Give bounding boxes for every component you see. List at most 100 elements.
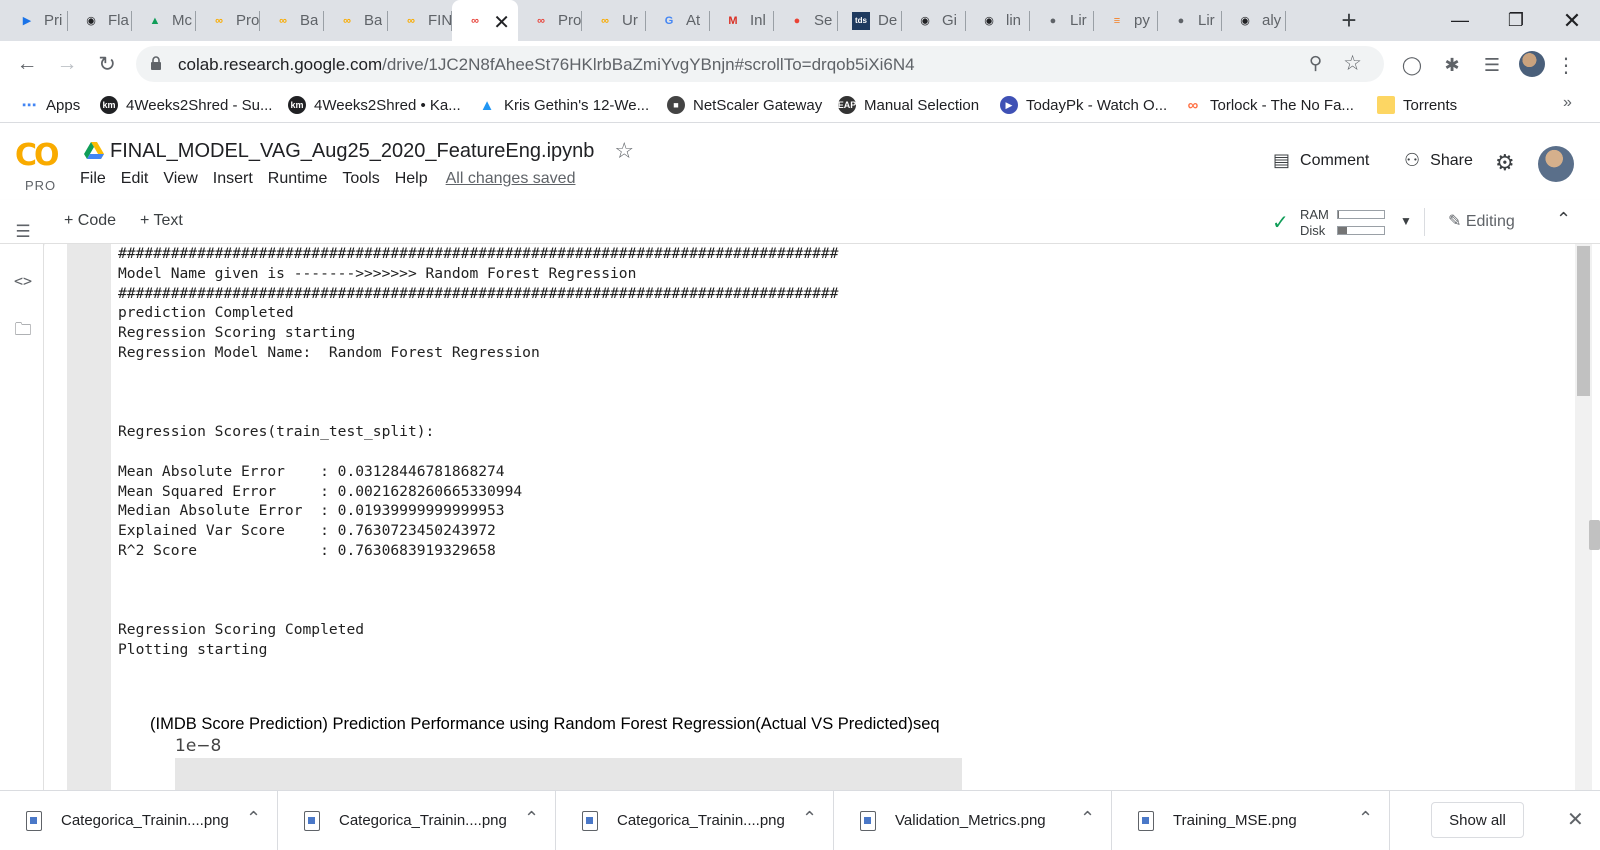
download-item[interactable]: Training_MSE.png ⌃ xyxy=(1112,791,1390,850)
close-window-button[interactable]: ✕ xyxy=(1544,0,1600,41)
maximize-button[interactable]: ❐ xyxy=(1488,0,1544,41)
browser-tab[interactable]: ● Lir xyxy=(1030,0,1094,41)
chevron-up-icon[interactable]: ⌃ xyxy=(1080,808,1095,829)
km-icon: km xyxy=(288,96,306,114)
share-button[interactable]: ⚇ Share xyxy=(1404,150,1473,171)
chevron-down-icon[interactable]: ▼ xyxy=(1400,214,1412,228)
browser-tab[interactable]: ∞ ✕ xyxy=(452,0,518,41)
new-tab-button[interactable]: + xyxy=(1335,6,1363,34)
browser-tab[interactable]: tds De xyxy=(838,0,902,41)
reload-button[interactable]: ↻ xyxy=(92,49,122,79)
browser-tab[interactable]: ≡ py xyxy=(1094,0,1158,41)
download-item[interactable]: Categorica_Trainin....png ⌃ xyxy=(0,791,278,850)
output-line: Model Name given is ------->>>>>>> Rando… xyxy=(118,264,637,282)
back-button[interactable]: ← xyxy=(12,49,42,79)
star-notebook-icon[interactable]: ☆ xyxy=(614,138,634,164)
more-bookmarks-icon[interactable]: » xyxy=(1563,94,1572,112)
download-item[interactable]: Validation_Metrics.png ⌃ xyxy=(834,791,1112,850)
output-line: ########################################… xyxy=(118,245,839,262)
table-of-contents-icon[interactable]: ☰ xyxy=(12,221,34,243)
profile-avatar[interactable] xyxy=(1519,51,1545,77)
bookmark-item[interactable]: ■ NetScaler Gateway xyxy=(667,95,822,115)
zoom-icon[interactable]: ⚲ xyxy=(1309,53,1322,74)
bookmark-star-icon[interactable]: ☆ xyxy=(1343,51,1362,76)
menu-insert[interactable]: Insert xyxy=(213,170,253,188)
github-icon: ◉ xyxy=(1240,15,1250,27)
globe-icon: ● xyxy=(1049,14,1057,27)
url-text[interactable]: colab.research.google.com/drive/1JC2N8fA… xyxy=(178,55,915,75)
bookmark-item[interactable]: ⋯ Apps xyxy=(20,95,81,115)
browser-tab[interactable]: ∞ Ur xyxy=(582,0,646,41)
comment-button[interactable]: ▤ Comment xyxy=(1273,150,1369,171)
menu-help[interactable]: Help xyxy=(395,170,428,188)
notebook-title[interactable]: FINAL_MODEL_VAG_Aug25_2020_FeatureEng.ip… xyxy=(110,140,594,163)
download-item[interactable]: Categorica_Trainin....png ⌃ xyxy=(278,791,556,850)
save-status-link[interactable]: All changes saved xyxy=(446,170,576,188)
browser-tab[interactable]: ◉ lin xyxy=(966,0,1030,41)
browser-tab[interactable]: ● Lir xyxy=(1158,0,1222,41)
globe-icon: ● xyxy=(1177,14,1185,27)
browser-tab[interactable]: ∞ Ba xyxy=(324,0,388,41)
menu-view[interactable]: View xyxy=(163,170,197,188)
browser-tab[interactable]: G At xyxy=(646,0,710,41)
menu-file[interactable]: File xyxy=(80,170,106,188)
bookmark-item[interactable]: ▶ TodayPk - Watch O... xyxy=(1000,95,1167,115)
editing-mode-button[interactable]: ✎ Editing xyxy=(1448,211,1515,231)
bookmark-item[interactable]: ▲ Kris Gethin's 12-We... xyxy=(478,95,650,115)
resources-indicator[interactable]: ✓ RAM Disk ▼ xyxy=(1272,206,1412,238)
browser-tab[interactable]: ▲ Mc xyxy=(132,0,196,41)
extension-circle-icon[interactable]: ◯ xyxy=(1400,53,1424,77)
show-all-downloads-button[interactable]: Show all xyxy=(1431,802,1524,838)
browser-tab[interactable]: ▶ Pri xyxy=(4,0,68,41)
chevron-up-icon[interactable]: ⌃ xyxy=(802,808,817,829)
tds-icon: tds xyxy=(852,11,870,30)
browser-tab[interactable]: ∞ Pro xyxy=(518,0,582,41)
download-item[interactable]: Categorica_Trainin....png ⌃ xyxy=(556,791,834,850)
bookmark-item[interactable]: EAP Manual Selection xyxy=(838,95,979,115)
bookmark-item[interactable]: km 4Weeks2Shred • Ka... xyxy=(288,95,461,115)
output-line: Regression Scoring Completed xyxy=(118,621,365,639)
browser-tab[interactable]: ∞ Ba xyxy=(260,0,324,41)
minimize-button[interactable]: — xyxy=(1432,0,1488,41)
chevron-up-icon[interactable]: ⌃ xyxy=(246,808,261,829)
bookmarks-bar: ⋯ Apps km 4Weeks2Shred - Su... km 4Weeks2Shre… xyxy=(0,87,1600,123)
extensions-puzzle-icon[interactable]: ✱ xyxy=(1440,53,1464,77)
output-line: Mean Squared Error : 0.00216282606653309… xyxy=(118,482,523,500)
add-text-cell-button[interactable]: + Text xyxy=(140,212,183,230)
browser-tab[interactable]: ● Se xyxy=(774,0,838,41)
browser-tab[interactable]: ◉ Fla xyxy=(68,0,132,41)
browser-tab[interactable]: M Inl xyxy=(710,0,774,41)
code-snippets-icon[interactable]: <> xyxy=(12,270,34,292)
address-bar[interactable]: colab.research.google.com/drive/1JC2N8fA… xyxy=(136,46,1384,82)
close-tab-icon[interactable]: ✕ xyxy=(493,10,510,35)
folder-icon[interactable]: 🗀 xyxy=(12,320,34,342)
page-scrollbar-thumb[interactable] xyxy=(1589,520,1600,550)
account-avatar[interactable] xyxy=(1538,146,1574,182)
media-control-icon[interactable]: ☰ xyxy=(1480,53,1504,77)
browser-tab[interactable]: ◉ Gi xyxy=(902,0,966,41)
connected-check-icon: ✓ xyxy=(1272,212,1289,234)
notebook-scrollbar[interactable] xyxy=(1575,244,1592,790)
browser-tab[interactable]: ◉ aly xyxy=(1222,0,1286,41)
browser-menu-icon[interactable]: ⋮ xyxy=(1554,53,1578,77)
menu-tools[interactable]: Tools xyxy=(342,170,379,188)
browser-tab[interactable]: ∞ FIN xyxy=(388,0,452,41)
browser-tab[interactable]: ∞ Pro xyxy=(196,0,260,41)
close-downloads-icon[interactable]: ✕ xyxy=(1567,807,1584,832)
netscaler-icon: ■ xyxy=(667,96,685,114)
chevron-up-icon[interactable]: ⌃ xyxy=(1358,808,1373,829)
menu-edit[interactable]: Edit xyxy=(121,170,149,188)
lock-icon[interactable] xyxy=(150,56,162,70)
tab-title: Ba xyxy=(300,12,319,29)
bookmark-item[interactable]: km 4Weeks2Shred - Su... xyxy=(100,95,272,115)
chevron-up-icon[interactable]: ⌃ xyxy=(524,808,539,829)
bookmark-item[interactable]: ■ Torrents xyxy=(1377,95,1457,115)
forward-button[interactable]: → xyxy=(52,49,82,79)
add-code-cell-button[interactable]: + Code xyxy=(64,212,116,230)
menu-runtime[interactable]: Runtime xyxy=(268,170,328,188)
bookmark-item[interactable]: ∞ Torlock - The No Fa... xyxy=(1184,95,1354,115)
colab-logo[interactable]: CO PRO xyxy=(15,138,65,193)
scrollbar-thumb[interactable] xyxy=(1577,246,1590,396)
chevron-up-icon[interactable]: ⌃ xyxy=(1556,209,1571,230)
gear-icon[interactable]: ⚙ xyxy=(1495,150,1515,176)
